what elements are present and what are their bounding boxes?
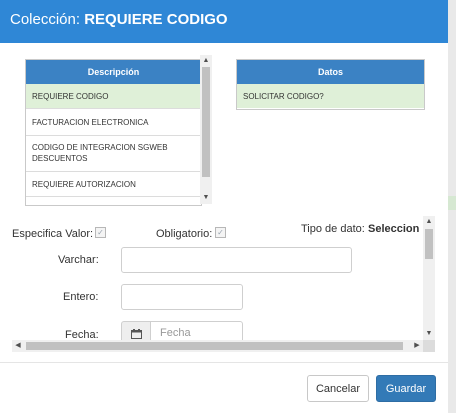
table-row-line: CODIGO DE INTEGRACION SGWEB [32, 143, 168, 152]
modal-title-collection: REQUIERE CODIGO [84, 11, 228, 28]
scroll-left-icon[interactable]: ◀ [13, 341, 23, 351]
description-column-header: Descripción [26, 60, 201, 84]
varchar-label: Varchar: [58, 254, 99, 266]
table-row[interactable]: FACTURACION ELECTRONICA [26, 109, 201, 136]
scroll-right-icon[interactable]: ▶ [412, 341, 422, 351]
tipo-dato-value: Seleccion [368, 223, 420, 235]
cancel-button[interactable]: Cancelar [307, 375, 369, 402]
background-page-edge [448, 0, 456, 413]
modal-title-prefix: Colección: [10, 11, 81, 28]
calendar-icon [131, 329, 142, 339]
table-row[interactable]: VISUALIZAR FORMA DE PAGO [26, 197, 201, 205]
table-row[interactable]: REQUIERE CODIGO [26, 84, 201, 109]
footer-divider [0, 362, 448, 363]
scroll-up-icon[interactable]: ▲ [423, 217, 435, 227]
data-table: Datos SOLICITAR CODIGO? [236, 59, 425, 110]
scrollbar-thumb[interactable] [202, 67, 210, 177]
tipo-dato-label: Tipo de dato: [301, 223, 365, 235]
form-vertical-scrollbar[interactable]: ▲ ▼ [423, 216, 435, 340]
entero-label: Entero: [63, 291, 99, 303]
form-horizontal-scrollbar[interactable]: ◀ ▶ [12, 340, 423, 352]
save-button[interactable]: Guardar [376, 375, 436, 402]
especifica-valor-checkbox[interactable]: ✓ [95, 227, 106, 238]
obligatorio-checkbox[interactable]: ✓ [215, 227, 226, 238]
table-row[interactable]: SOLICITAR CODIGO? [237, 84, 424, 108]
scroll-down-icon[interactable]: ▼ [423, 329, 435, 339]
entero-input[interactable] [121, 284, 243, 310]
fecha-placeholder: Fecha [160, 327, 191, 339]
description-table: Descripción REQUIERE CODIGO FACTURACION … [25, 59, 202, 206]
scroll-up-icon[interactable]: ▲ [200, 56, 212, 66]
scrollbar-thumb[interactable] [26, 342, 403, 350]
table-row-line: DESCUENTOS [32, 154, 88, 163]
modal-title: Colección: REQUIERE CODIGO [10, 11, 228, 28]
modal-header: Colección: REQUIERE CODIGO [0, 0, 448, 43]
table-row[interactable]: CODIGO DE INTEGRACION SGWEB DESCUENTOS [26, 136, 201, 172]
description-table-scrollbar[interactable]: ▲ ▼ [200, 55, 212, 204]
scroll-down-icon[interactable]: ▼ [200, 193, 212, 203]
obligatorio-label: Obligatorio: [156, 228, 213, 240]
varchar-input[interactable] [121, 247, 352, 273]
scrollbar-corner [423, 340, 435, 352]
data-column-header: Datos [237, 60, 424, 84]
especifica-valor-label: Especifica Valor: [12, 228, 94, 240]
scrollbar-thumb[interactable] [425, 229, 433, 259]
table-row[interactable]: REQUIERE AUTORIZACION [26, 172, 201, 197]
